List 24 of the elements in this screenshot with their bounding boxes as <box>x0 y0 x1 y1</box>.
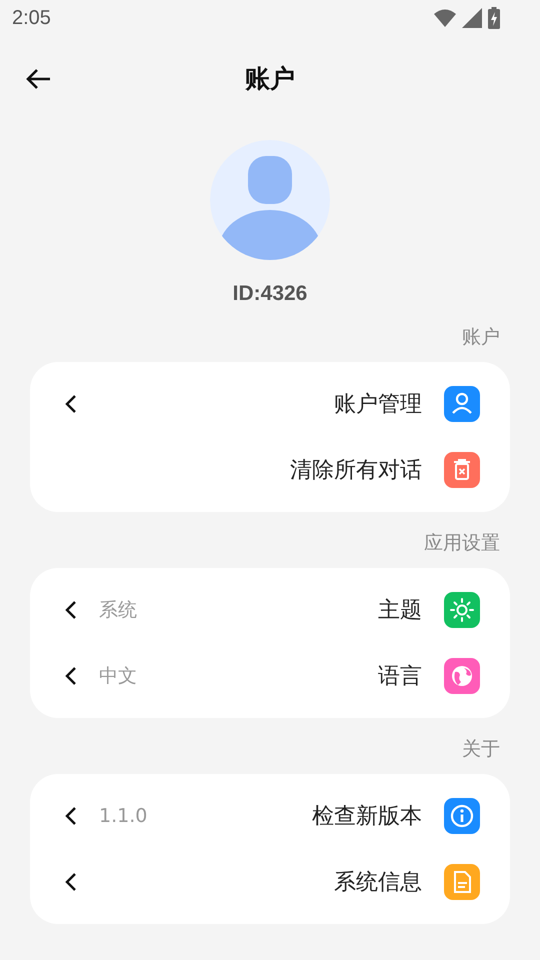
setting-label: 语言 <box>378 663 422 691</box>
setting-label: 系统信息 <box>334 869 422 897</box>
section-title: 账户 <box>462 325 500 350</box>
setting-value: 中文 <box>99 664 137 689</box>
setting-label: 检查新版本 <box>312 803 422 831</box>
user-id: ID:4326 <box>232 282 308 306</box>
status-time: 2:05 <box>12 6 51 30</box>
settings-row[interactable]: 1.1.0 检查新版本 <box>30 783 510 849</box>
wifi-icon <box>434 9 456 27</box>
section-title: 关于 <box>462 737 500 762</box>
setting-value: 系统 <box>99 598 137 623</box>
setting-label: 主题 <box>378 597 422 625</box>
setting-label: 清除所有对话 <box>290 457 422 485</box>
setting-label: 账户管理 <box>334 391 422 419</box>
settings-row[interactable]: 系统信息 <box>30 849 510 915</box>
page-title: 账户 <box>245 62 295 94</box>
settings-row[interactable]: 清除所有对话 <box>30 437 510 503</box>
settings-row[interactable]: 系统 主题 <box>30 577 510 643</box>
section-title: 应用设置 <box>424 531 500 556</box>
signal-icon <box>462 8 482 28</box>
battery-icon <box>488 7 500 29</box>
setting-value: 1.1.0 <box>99 805 148 827</box>
settings-row[interactable]: 中文 语言 <box>30 643 510 709</box>
settings-row[interactable]: 账户管理 <box>30 371 510 437</box>
